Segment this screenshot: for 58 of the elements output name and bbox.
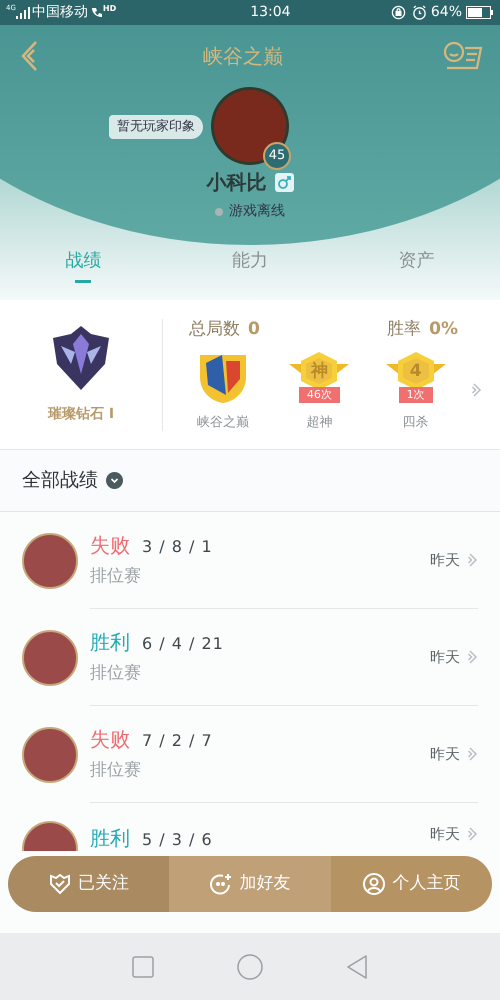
kda-score: 6 / 4 / 21 (142, 633, 224, 656)
total-games-value: 0 (248, 318, 260, 341)
online-status: 游戏离线 (229, 202, 285, 221)
carrier-label: 中国移动 (32, 3, 88, 22)
match-row[interactable]: 失败 3 / 8 / 1 排位赛 昨天 (0, 512, 500, 609)
hero-avatar-placeholder (22, 821, 78, 851)
kda-score: 5 / 3 / 6 (142, 829, 213, 851)
kda-score: 3 / 8 / 1 (142, 536, 213, 558)
kda-score: 7 / 2 / 7 (142, 730, 213, 752)
match-result: 胜利 (90, 825, 130, 852)
page-title: 峡谷之巅 (203, 43, 283, 70)
home-icon[interactable] (236, 954, 263, 980)
count-ribbon: 46次 (298, 386, 340, 402)
heart-check-icon (48, 872, 72, 896)
match-mode: 排位赛 (90, 662, 142, 686)
add-friend-icon (209, 872, 234, 896)
rank-label: 璀璨钻石 I (48, 405, 114, 424)
badge-label: 峡谷之巅 (197, 414, 249, 432)
player-name: 小科比 (206, 169, 266, 196)
status-dot-icon (215, 208, 223, 216)
count-ribbon: 1次 (398, 386, 433, 402)
match-mode: 排位赛 (90, 565, 142, 588)
hd-label: HD (102, 3, 116, 15)
chevron-right-icon (468, 746, 478, 762)
win-rate-label: 胜率 (387, 318, 422, 341)
filter-label[interactable]: 全部战绩 (22, 466, 98, 495)
match-mode: 排位赛 (90, 759, 142, 782)
chat-card-button[interactable] (442, 40, 484, 72)
match-row[interactable]: 胜利 6 / 4 / 21 排位赛 昨天 (0, 609, 500, 706)
signal-icon (16, 6, 30, 18)
chevron-right-icon (468, 649, 478, 665)
chevron-right-icon (468, 552, 478, 568)
impression-tag[interactable]: 暂无玩家印象 (109, 115, 203, 138)
chevron-right-icon (468, 826, 478, 842)
match-row[interactable]: 胜利 5 / 3 / 6 昨天 (0, 803, 500, 851)
alarm-icon (412, 5, 427, 20)
user-circle-icon (362, 872, 386, 896)
phone-icon (90, 6, 103, 18)
total-games-label: 总局数 (189, 318, 240, 341)
match-result: 胜利 (90, 629, 130, 656)
badge-label: 四杀 (402, 414, 429, 432)
chevron-right-icon (472, 382, 482, 398)
rotation-lock-icon (390, 5, 406, 20)
dropdown-icon[interactable] (106, 472, 123, 489)
match-time: 昨天 (430, 550, 460, 571)
match-result: 失败 (90, 532, 130, 560)
match-time: 昨天 (430, 824, 460, 845)
match-row[interactable]: 失败 7 / 2 / 7 排位赛 昨天 (0, 706, 500, 803)
battery-icon (466, 6, 494, 19)
match-time: 昨天 (430, 646, 460, 668)
battery-percent: 64% (430, 3, 462, 22)
recents-icon[interactable] (132, 956, 154, 978)
match-time: 昨天 (430, 744, 460, 765)
back-icon[interactable] (346, 954, 368, 978)
badge-label: 超神 (306, 414, 332, 432)
match-result: 失败 (90, 726, 130, 754)
clock: 13:04 (250, 3, 291, 22)
win-rate-value: 0% (429, 318, 458, 341)
